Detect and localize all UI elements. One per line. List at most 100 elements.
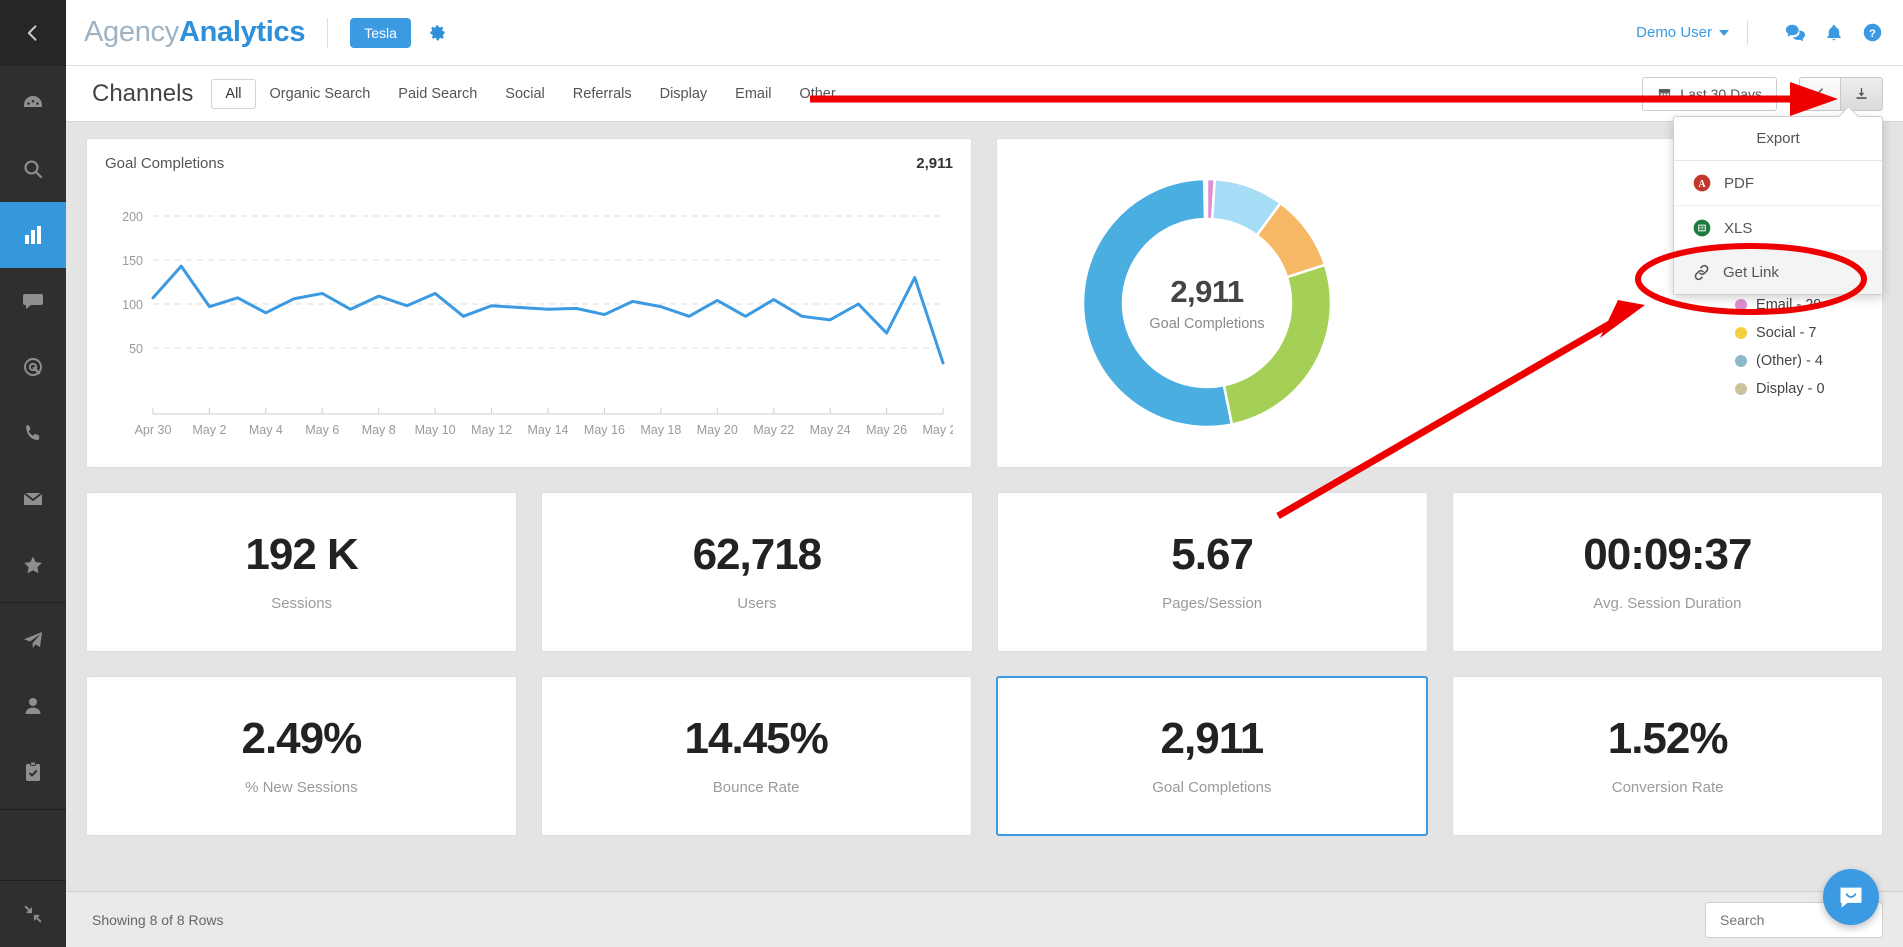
- paper-plane-icon: [21, 628, 45, 652]
- export-get-link-item[interactable]: Get Link: [1674, 251, 1882, 294]
- top-header: AgencyAnalytics Tesla Demo User ?: [66, 0, 1903, 66]
- header-right: Demo User ?: [1636, 21, 1883, 45]
- legend-item[interactable]: Email - 29: [1735, 291, 1856, 319]
- sidebar-item-search[interactable]: [0, 136, 66, 202]
- help-button[interactable]: ?: [1862, 22, 1883, 43]
- app-logo[interactable]: AgencyAnalytics: [84, 16, 305, 49]
- svg-text:A: A: [1698, 179, 1706, 190]
- metric-card-bounce-rate[interactable]: 14.45% Bounce Rate: [541, 676, 972, 836]
- x-axis-tick-label: May 20: [697, 423, 738, 437]
- donut-slice[interactable]: [1224, 265, 1331, 425]
- metric-card-new-sessions[interactable]: 2.49% % New Sessions: [86, 676, 517, 836]
- legend-item[interactable]: (Other) - 4: [1735, 347, 1856, 375]
- previous-period-button[interactable]: [1799, 77, 1841, 111]
- sidebar-item-clients[interactable]: [0, 673, 66, 739]
- metric-label: Conversion Rate: [1612, 779, 1724, 796]
- metric-card-pages-per-session[interactable]: 5.67 Pages/Session: [997, 492, 1428, 652]
- metric-card-sessions[interactable]: 192 K Sessions: [86, 492, 517, 652]
- help-circle-icon: ?: [1862, 22, 1883, 43]
- sidebar-collapse-button[interactable]: [0, 0, 66, 66]
- toolbar-button-group: [1799, 77, 1883, 111]
- metric-value: 2,911: [1161, 717, 1264, 761]
- legend-label: Email - 29: [1756, 297, 1821, 313]
- sidebar-item-favorites[interactable]: [0, 532, 66, 598]
- metric-card-conversion-rate[interactable]: 1.52% Conversion Rate: [1452, 676, 1883, 836]
- export-xls-item[interactable]: XLS: [1674, 206, 1882, 251]
- metric-card-avg-session-duration[interactable]: 00:09:37 Avg. Session Duration: [1452, 492, 1883, 652]
- metrics-row-1: 192 K Sessions 62,718 Users 5.67 Pages/S…: [86, 492, 1883, 652]
- client-chip-tesla[interactable]: Tesla: [350, 18, 411, 48]
- target-icon: [21, 355, 45, 379]
- charts-row: Goal Completions 2,911 50100150200Apr 30…: [86, 138, 1883, 468]
- tab-social[interactable]: Social: [491, 79, 559, 109]
- metric-value: 5.67: [1171, 533, 1253, 577]
- metric-card-goal-completions[interactable]: 2,911 Goal Completions: [996, 676, 1429, 836]
- export-pdf-item[interactable]: A PDF: [1674, 161, 1882, 206]
- toolbar-right: Last 30 Days: [1642, 77, 1883, 111]
- tab-display[interactable]: Display: [646, 79, 722, 109]
- tab-other[interactable]: Other: [785, 79, 849, 109]
- dashboard-content: Goal Completions 2,911 50100150200Apr 30…: [66, 122, 1903, 891]
- legend-item[interactable]: Social - 7: [1735, 319, 1856, 347]
- x-axis-tick-label: May 22: [753, 423, 794, 437]
- line-card-header: Goal Completions 2,911: [105, 155, 953, 172]
- chevron-left-icon: [23, 23, 43, 43]
- sidebar-group-1: [0, 66, 66, 603]
- tab-email[interactable]: Email: [721, 79, 785, 109]
- tab-all[interactable]: All: [211, 79, 255, 109]
- link-icon: [1692, 263, 1711, 282]
- legend-color-dot: [1735, 299, 1747, 311]
- sidebar-item-calls[interactable]: [0, 400, 66, 466]
- pdf-file-icon: A: [1692, 173, 1712, 193]
- tab-paid-search[interactable]: Paid Search: [384, 79, 491, 109]
- x-axis-tick-label: May 14: [528, 423, 569, 437]
- sidebar-spacer: [0, 810, 66, 881]
- sidebar-item-dashboard[interactable]: [0, 70, 66, 136]
- metric-value: 192 K: [245, 533, 357, 577]
- sidebar-item-email[interactable]: [0, 466, 66, 532]
- x-axis-tick-label: May 28: [923, 423, 954, 437]
- sidebar-group-2: [0, 603, 66, 810]
- notifications-button[interactable]: [1824, 23, 1844, 43]
- tab-referrals[interactable]: Referrals: [559, 79, 646, 109]
- metric-label: Goal Completions: [1152, 779, 1271, 796]
- x-axis-tick-label: May 4: [249, 423, 283, 437]
- sidebar-item-tasks[interactable]: [0, 739, 66, 805]
- page-title: Channels: [92, 80, 193, 108]
- date-range-label: Last 30 Days: [1680, 86, 1762, 102]
- clipboard-check-icon: [21, 760, 45, 784]
- export-get-link-label: Get Link: [1723, 264, 1779, 281]
- line-card-title: Goal Completions: [105, 155, 224, 172]
- client-settings-button[interactable]: [428, 23, 447, 42]
- tab-organic-search[interactable]: Organic Search: [256, 79, 385, 109]
- messages-button[interactable]: [1784, 22, 1806, 44]
- star-icon: [21, 553, 45, 577]
- sidebar-item-campaigns[interactable]: [0, 607, 66, 673]
- main-area: AgencyAnalytics Tesla Demo User ?: [66, 0, 1903, 947]
- table-footer: Showing 8 of 8 Rows: [66, 891, 1903, 947]
- sidebar-collapse-toggle[interactable]: [0, 881, 66, 947]
- metric-card-users[interactable]: 62,718 Users: [541, 492, 972, 652]
- chat-bubble-icon: [21, 289, 45, 313]
- user-menu[interactable]: Demo User: [1636, 24, 1729, 41]
- sidebar-item-chat[interactable]: [0, 268, 66, 334]
- sidebar-item-goals[interactable]: [0, 334, 66, 400]
- date-range-picker[interactable]: Last 30 Days: [1642, 77, 1777, 111]
- metric-value: 14.45%: [685, 717, 828, 761]
- envelope-icon: [21, 487, 45, 511]
- app-root: AgencyAnalytics Tesla Demo User ?: [0, 0, 1903, 947]
- metric-label: % New Sessions: [245, 779, 358, 796]
- sidebar-item-reports[interactable]: [0, 202, 66, 268]
- goal-completions-line-chart: 50100150200Apr 30May 2May 4May 6May 8May…: [105, 180, 953, 448]
- y-axis-tick-label: 100: [122, 298, 143, 312]
- x-axis-tick-label: May 12: [471, 423, 512, 437]
- header-divider-2: [1747, 21, 1748, 45]
- legend-item[interactable]: Display - 0: [1735, 375, 1856, 403]
- legend-color-dot: [1735, 383, 1747, 395]
- y-axis-tick-label: 50: [129, 342, 143, 356]
- x-axis-tick-label: May 18: [640, 423, 681, 437]
- logo-text-right: Analytics: [179, 16, 305, 48]
- intercom-launcher-button[interactable]: [1823, 869, 1879, 925]
- metric-value: 62,718: [693, 533, 822, 577]
- x-axis-tick-label: May 8: [362, 423, 396, 437]
